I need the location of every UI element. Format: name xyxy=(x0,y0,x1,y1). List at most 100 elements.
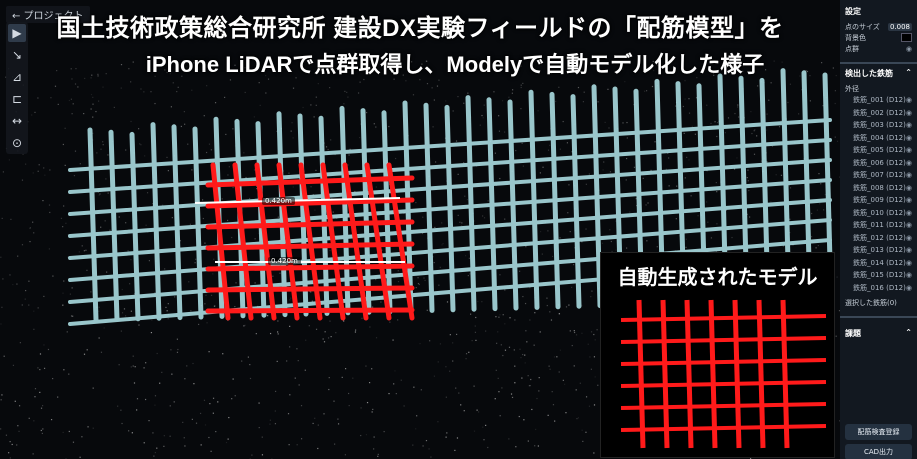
ground-point xyxy=(29,227,31,229)
eye-icon[interactable]: ◉ xyxy=(906,134,912,142)
ground-point xyxy=(40,429,42,432)
crop-tool-icon[interactable]: ⊏ xyxy=(8,90,26,108)
ground-point xyxy=(591,290,593,292)
eye-icon[interactable]: ◉ xyxy=(906,246,912,254)
rebar-list-item[interactable]: 鉄筋_004 (D12) ◉ xyxy=(845,132,912,145)
eye-icon[interactable]: ◉ xyxy=(906,109,912,117)
ground-point xyxy=(343,103,345,105)
help-icon[interactable]: ⊙ xyxy=(8,134,26,152)
ground-point xyxy=(105,178,107,180)
ground-point xyxy=(21,179,24,181)
ground-point xyxy=(1,394,3,396)
rebar-list-item[interactable]: 鉄筋_007 (D12) ◉ xyxy=(845,169,912,182)
eye-icon[interactable]: ◉ xyxy=(906,146,912,154)
ground-point xyxy=(86,269,88,271)
rebar-name: 鉄筋_004 (D12) xyxy=(853,133,906,142)
ground-point xyxy=(354,329,357,331)
ground-point xyxy=(234,305,236,308)
ground-point xyxy=(499,314,501,316)
eye-icon[interactable]: ◉ xyxy=(906,96,912,104)
ground-point xyxy=(191,89,193,91)
ground-point xyxy=(102,86,104,88)
ground-point xyxy=(337,423,340,425)
eye-icon[interactable]: ◉ xyxy=(906,121,912,129)
ground-point xyxy=(62,304,64,306)
ground-point xyxy=(583,91,585,93)
bg-color-swatch[interactable] xyxy=(901,33,912,42)
ground-point xyxy=(315,104,317,106)
ground-point xyxy=(366,111,368,114)
rebar-list-item[interactable]: 鉄筋_001 (D12) ◉ xyxy=(845,94,912,107)
chevron-up-icon[interactable]: ⌃ xyxy=(905,68,912,79)
point-size-row[interactable]: 点のサイズ 0.008 xyxy=(845,21,912,32)
ground-point xyxy=(184,378,186,380)
eye-icon[interactable]: ◉ xyxy=(906,184,912,192)
model-horizontal-bar xyxy=(205,285,415,293)
ground-point xyxy=(588,173,590,175)
settings-title: 設定 xyxy=(845,6,912,17)
rebar-list-item[interactable]: 鉄筋_008 (D12) ◉ xyxy=(845,182,912,195)
eye-icon[interactable]: ◉ xyxy=(906,209,912,217)
rebar-list-item[interactable]: 鉄筋_002 (D12) ◉ xyxy=(845,107,912,120)
register-inspection-button[interactable]: 配筋検査登録 xyxy=(845,424,912,440)
ground-point xyxy=(519,348,521,350)
ground-point xyxy=(154,404,156,406)
rebar-list-item[interactable]: 鉄筋_015 (D12) ◉ xyxy=(845,269,912,282)
eye-icon[interactable]: ◉ xyxy=(906,271,912,279)
rebar-list-item[interactable]: 鉄筋_012 (D12) ◉ xyxy=(845,232,912,245)
chevron-up-icon[interactable]: ⌃ xyxy=(905,328,912,339)
ground-point xyxy=(441,222,443,224)
ground-point xyxy=(235,282,237,284)
headline-line-2: iPhone LiDARで点群取得し、Modelyで自動モデル化した様子 xyxy=(145,52,765,77)
ground-point xyxy=(249,377,252,380)
rebar-list-item[interactable]: 鉄筋_014 (D12) ◉ xyxy=(845,257,912,270)
rebar-list-item[interactable]: 鉄筋_006 (D12) ◉ xyxy=(845,157,912,170)
ground-point xyxy=(204,242,206,244)
ground-point xyxy=(522,165,524,167)
cad-export-button[interactable]: CAD出力 xyxy=(845,444,912,459)
ground-point xyxy=(96,152,98,154)
eye-icon[interactable]: ◉ xyxy=(906,259,912,267)
ground-point xyxy=(120,87,122,89)
rebar-name: 鉄筋_006 (D12) xyxy=(853,158,906,167)
measure-tool-icon[interactable]: ↔ xyxy=(8,112,26,130)
rebar-list-item[interactable]: 鉄筋_009 (D12) ◉ xyxy=(845,194,912,207)
rebar-list-item[interactable]: 鉄筋_010 (D12) ◉ xyxy=(845,207,912,220)
points-toggle-row[interactable]: 点群 ◉ xyxy=(845,43,912,54)
ground-point xyxy=(63,369,65,371)
ground-point xyxy=(415,286,417,289)
ground-point xyxy=(515,149,517,152)
ground-point xyxy=(317,447,319,450)
eye-icon[interactable]: ◉ xyxy=(906,45,912,53)
rebar-list-item[interactable]: 鉄筋_016 (D12) ◉ xyxy=(845,282,912,295)
ground-point xyxy=(113,106,115,109)
eye-icon[interactable]: ◉ xyxy=(906,284,912,292)
ground-point xyxy=(221,198,223,200)
rebar-list-item[interactable]: 鉄筋_005 (D12) ◉ xyxy=(845,144,912,157)
ground-point xyxy=(100,148,102,150)
selected-rebar-row[interactable]: 選択した鉄筋(0) xyxy=(845,297,912,308)
eye-icon[interactable]: ◉ xyxy=(906,196,912,204)
ground-point xyxy=(156,447,158,449)
rebar-list-item[interactable]: 鉄筋_011 (D12) ◉ xyxy=(845,219,912,232)
eye-icon[interactable]: ◉ xyxy=(906,221,912,229)
ground-point xyxy=(706,201,708,203)
ground-point xyxy=(205,151,208,154)
ground-point xyxy=(132,355,134,357)
ground-point xyxy=(534,445,536,447)
ground-point xyxy=(477,411,480,413)
eye-icon[interactable]: ◉ xyxy=(906,171,912,179)
bg-color-row[interactable]: 背景色 xyxy=(845,32,912,43)
rebar-list-item[interactable]: 鉄筋_013 (D12) ◉ xyxy=(845,244,912,257)
ground-point xyxy=(834,102,836,105)
eye-icon[interactable]: ◉ xyxy=(906,159,912,167)
rebar-list-item[interactable]: 鉄筋_003 (D12) ◉ xyxy=(845,119,912,132)
ground-point xyxy=(169,435,171,437)
ground-point xyxy=(90,93,93,96)
point-size-value[interactable]: 0.008 xyxy=(887,22,912,31)
ground-point xyxy=(148,420,150,422)
eye-icon[interactable]: ◉ xyxy=(906,234,912,242)
ground-point xyxy=(360,434,362,437)
ground-point xyxy=(258,82,260,84)
ground-point xyxy=(524,362,526,364)
